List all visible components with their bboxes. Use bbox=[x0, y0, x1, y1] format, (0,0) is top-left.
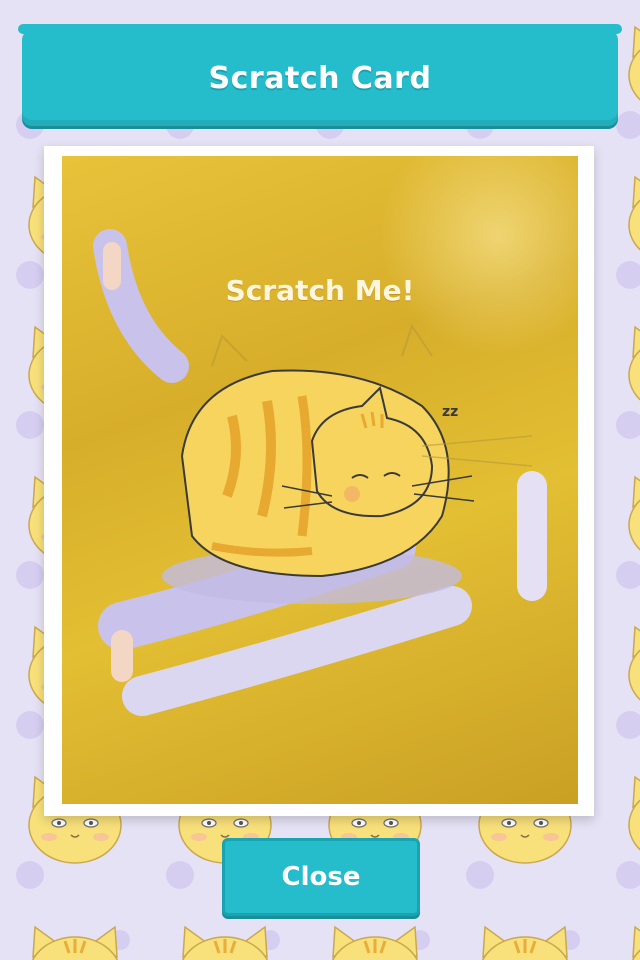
scratch-surface[interactable]: zz Scratch Me! bbox=[62, 156, 578, 804]
svg-text:zz: zz bbox=[442, 404, 458, 420]
sleeping-cat-icon: zz bbox=[93, 229, 548, 716]
scratch-me-label: Scratch Me! bbox=[225, 274, 415, 307]
scratch-card: zz Scratch Me! bbox=[44, 146, 594, 816]
header-banner: Scratch Card bbox=[18, 24, 622, 126]
close-button[interactable]: Close bbox=[222, 838, 420, 916]
page-title: Scratch Card bbox=[208, 60, 432, 96]
